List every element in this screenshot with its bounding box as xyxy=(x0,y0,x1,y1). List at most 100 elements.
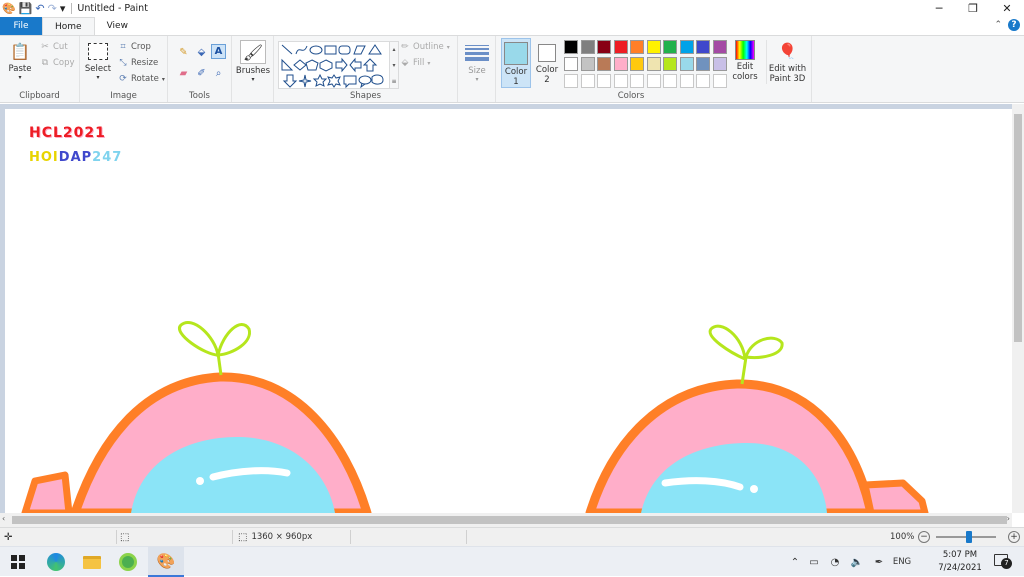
coccoc-browser-icon[interactable] xyxy=(110,547,146,577)
palette-swatch[interactable] xyxy=(597,40,611,54)
tab-home[interactable]: Home xyxy=(42,17,95,35)
file-explorer-icon[interactable] xyxy=(74,547,110,577)
notification-center-icon[interactable]: 7 xyxy=(994,554,1012,569)
outline-button[interactable]: ✏ Outline ▾ xyxy=(400,42,450,52)
palette-swatch[interactable] xyxy=(597,74,611,88)
shapes-gallery[interactable] xyxy=(278,41,390,89)
color2-button[interactable]: Color 2 xyxy=(533,38,561,88)
paste-button[interactable]: 📋 Paste ▾ xyxy=(6,40,34,82)
palette-swatch[interactable] xyxy=(663,57,677,71)
restore-icon[interactable]: ❐ xyxy=(956,0,990,17)
scroll-left-icon[interactable]: ‹ xyxy=(2,514,5,523)
clock-date: 7/24/2021 xyxy=(938,563,982,573)
paint3d-icon: 🎈 xyxy=(778,42,797,60)
pencil-icon[interactable]: ✎ xyxy=(176,45,191,60)
palette-swatch[interactable] xyxy=(679,40,694,54)
fill-button[interactable]: ⬙ Fill ▾ xyxy=(400,58,431,68)
palette-swatch[interactable] xyxy=(613,40,628,54)
palette-swatch[interactable] xyxy=(679,74,694,88)
palette-swatch[interactable] xyxy=(663,40,677,54)
minimize-icon[interactable]: ─ xyxy=(922,0,956,17)
palette-swatch[interactable] xyxy=(696,57,710,71)
palette-swatch[interactable] xyxy=(712,40,727,54)
save-icon[interactable]: 💾 xyxy=(19,2,33,15)
canvas-size-icon: ⬚ xyxy=(238,531,248,543)
tools-group: ✎ ⬙ A ▰ ✐ ⌕ Tools xyxy=(168,36,232,102)
left-character xyxy=(21,321,372,513)
palette-swatch[interactable] xyxy=(580,57,595,71)
palette-swatch[interactable] xyxy=(646,74,661,88)
redo-icon[interactable]: ↷ xyxy=(48,2,57,15)
palette-swatch[interactable] xyxy=(580,74,595,88)
shapes-gallery-icons xyxy=(281,44,384,89)
palette-swatch[interactable] xyxy=(630,57,644,71)
windows-start-icon[interactable] xyxy=(0,547,36,577)
size-button[interactable]: Size ▾ xyxy=(462,42,492,83)
crop-button[interactable]: ⌗ Crop xyxy=(118,42,150,52)
paint-taskbar-icon[interactable]: 🎨 xyxy=(148,547,184,577)
palette-swatch[interactable] xyxy=(564,74,578,88)
zoom-slider-thumb[interactable] xyxy=(966,531,972,543)
color-picker-icon[interactable]: ✐ xyxy=(194,66,209,81)
palette-swatch[interactable] xyxy=(597,57,611,71)
palette-swatch[interactable] xyxy=(646,40,661,54)
horizontal-scrollbar[interactable]: ‹ › xyxy=(0,513,1012,527)
vertical-scroll-thumb[interactable] xyxy=(1014,114,1022,342)
workspace: HCL2021 HOIDAP247 xyxy=(0,104,1012,513)
palette-swatch[interactable] xyxy=(663,74,677,88)
eraser-icon[interactable]: ▰ xyxy=(176,66,191,81)
customize-quick-access-icon[interactable]: ▾ xyxy=(60,2,66,15)
tab-view[interactable]: View xyxy=(95,17,140,35)
palette-swatch[interactable] xyxy=(646,57,661,71)
copy-button[interactable]: ⧉ Copy xyxy=(40,58,75,68)
zoom-out-icon[interactable]: − xyxy=(918,531,930,543)
palette-swatch[interactable] xyxy=(580,40,595,54)
help-icon[interactable]: ? xyxy=(1008,19,1020,31)
magnifier-icon[interactable]: ⌕ xyxy=(211,66,226,81)
edge-browser-icon[interactable] xyxy=(38,547,74,577)
scroll-right-icon[interactable]: › xyxy=(1007,514,1010,523)
horizontal-scroll-thumb[interactable] xyxy=(12,516,1007,524)
colors-group: Color 1 Color 2 Edit colors 🎈 Edit with … xyxy=(496,36,812,102)
palette-swatch[interactable] xyxy=(613,74,628,88)
select-button[interactable]: Select ▾ xyxy=(84,40,112,81)
close-icon[interactable]: ✕ xyxy=(990,0,1024,17)
fill-bucket-icon[interactable]: ⬙ xyxy=(194,45,209,60)
wifi-icon[interactable]: ◔ xyxy=(824,557,846,568)
palette-swatch[interactable] xyxy=(564,40,578,54)
palette-swatch[interactable] xyxy=(613,57,628,71)
tab-file[interactable]: File xyxy=(0,17,42,35)
language-indicator[interactable]: ENG xyxy=(890,557,914,567)
palette-swatch[interactable] xyxy=(630,74,644,88)
palette-swatch[interactable] xyxy=(696,74,710,88)
palette-swatch[interactable] xyxy=(630,40,644,54)
brushes-button[interactable]: 🖌 Brushes ▾ xyxy=(235,40,271,83)
battery-icon[interactable]: ▭ xyxy=(804,557,824,568)
undo-icon[interactable]: ↶ xyxy=(35,2,44,15)
resize-button[interactable]: ⤡ Resize xyxy=(118,58,158,68)
clipboard-group: 📋 Paste ▾ ✂ Cut ⧉ Copy Clipboard xyxy=(0,36,80,102)
edit-with-paint3d-button[interactable]: 🎈 Edit with Paint 3D xyxy=(766,40,808,84)
clock[interactable]: 5:07 PM 7/24/2021 xyxy=(930,549,990,575)
pen-icon[interactable]: ✒ xyxy=(868,557,890,568)
shapes-scroll[interactable]: ▴ ▾ ≡ xyxy=(390,41,399,89)
text-tool-icon[interactable]: A xyxy=(211,44,226,59)
palette-swatch[interactable] xyxy=(712,57,727,71)
drawing-canvas[interactable]: HCL2021 HOIDAP247 xyxy=(5,109,1012,513)
vertical-scrollbar[interactable] xyxy=(1012,104,1024,513)
palette-swatch[interactable] xyxy=(712,74,727,88)
color1-button[interactable]: Color 1 xyxy=(501,38,531,88)
cursor-position: ✛ xyxy=(4,528,12,546)
volume-icon[interactable]: 🔈 xyxy=(846,557,868,568)
rotate-button[interactable]: ⟳ Rotate ▾ xyxy=(118,74,165,84)
palette-swatch[interactable] xyxy=(696,40,710,54)
cut-button[interactable]: ✂ Cut xyxy=(40,42,67,52)
zoom-in-icon[interactable]: + xyxy=(1008,531,1020,543)
palette-swatch[interactable] xyxy=(679,57,694,71)
collapse-ribbon-icon[interactable]: ⌃ xyxy=(994,20,1002,30)
edit-colors-button[interactable]: Edit colors xyxy=(730,40,760,82)
palette-swatch[interactable] xyxy=(564,57,578,71)
paint-app-icon: 🎨 xyxy=(2,1,16,15)
status-bar: ✛ ⬚ ⬚ 1360 × 960px 100% − + xyxy=(0,527,1024,546)
chevron-up-icon[interactable]: ⌃ xyxy=(786,557,804,568)
